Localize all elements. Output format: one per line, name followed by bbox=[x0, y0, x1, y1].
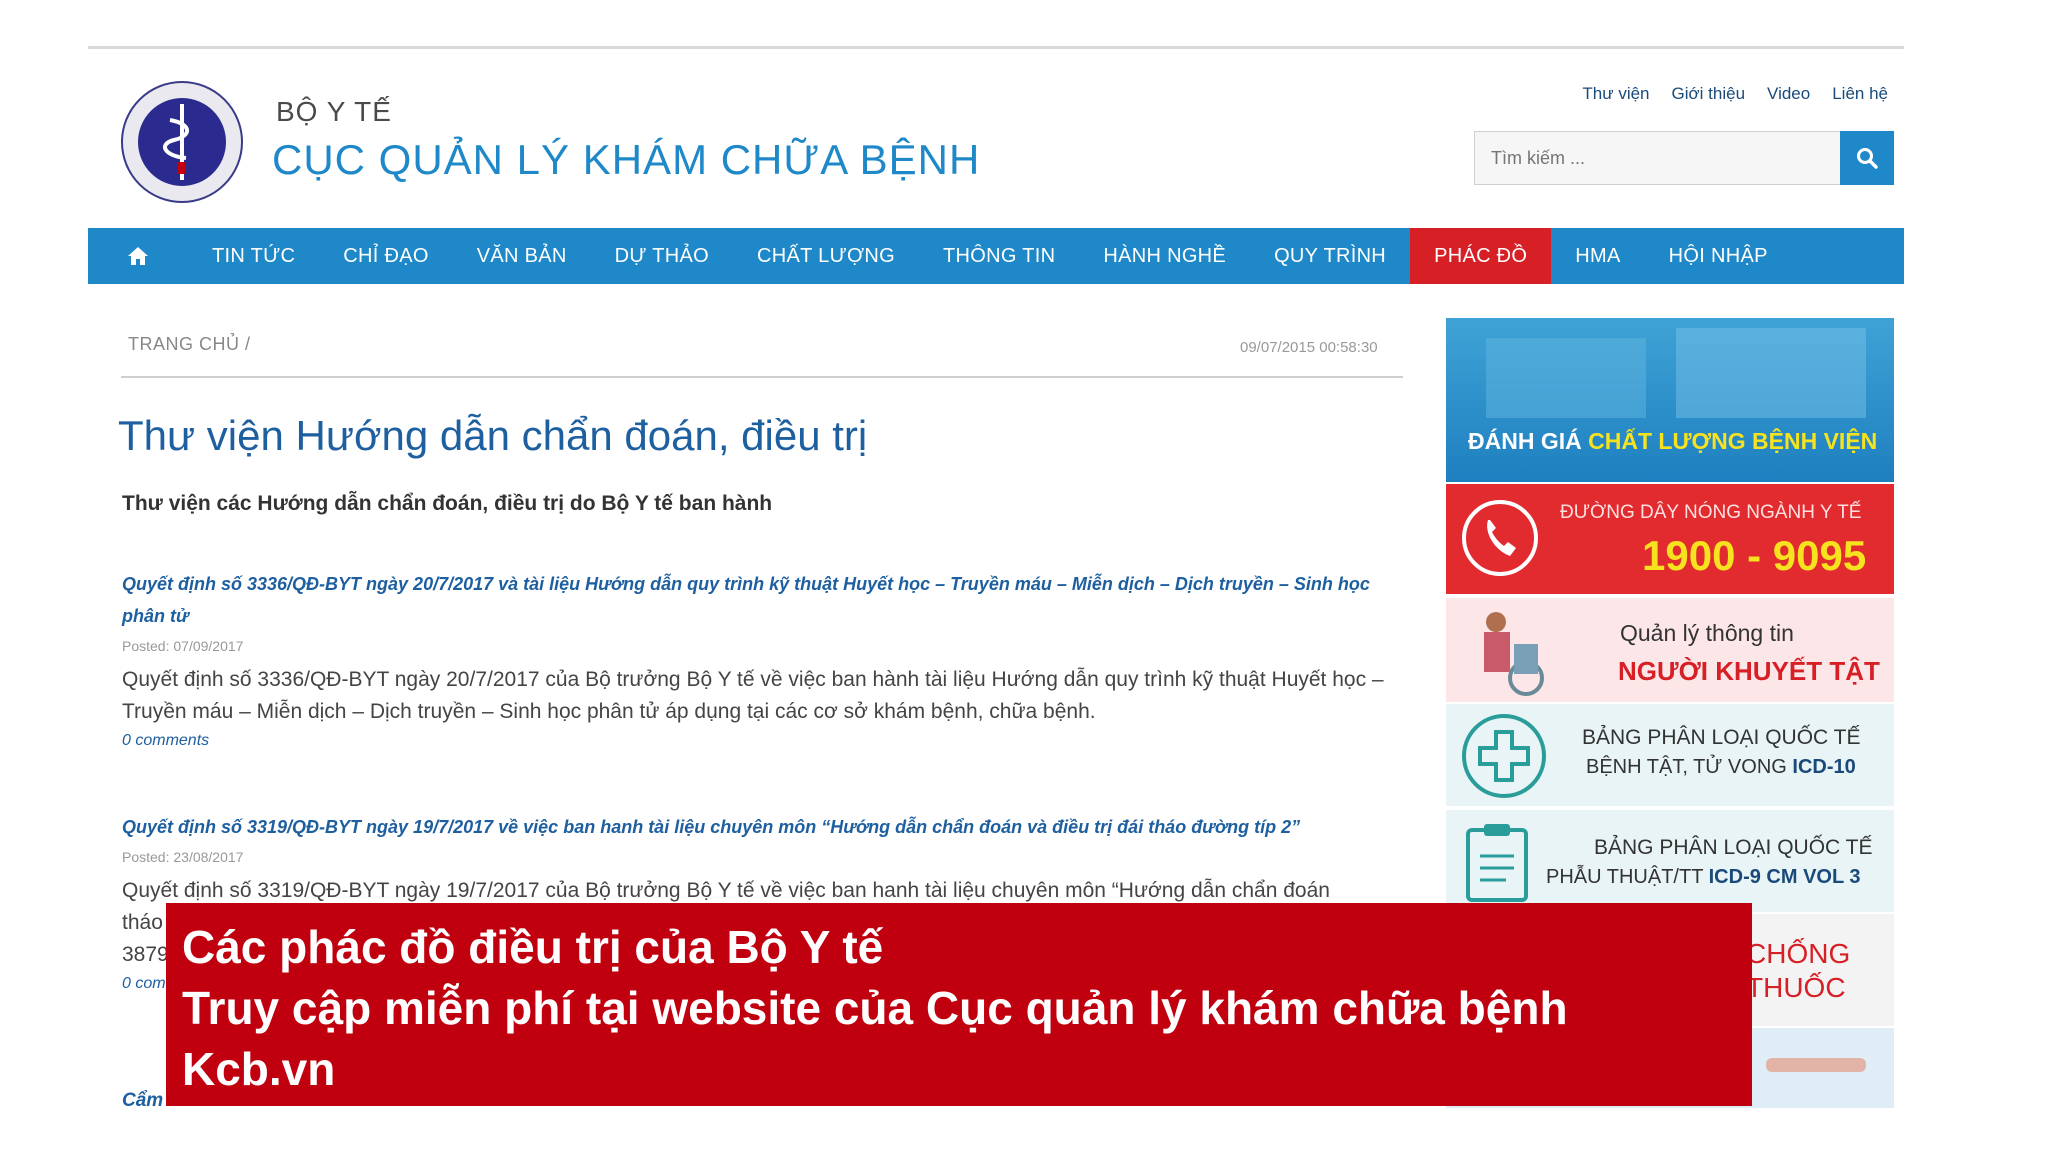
breadcrumb[interactable]: TRANG CHỦ / bbox=[128, 334, 251, 355]
ministry-logo-icon[interactable] bbox=[120, 80, 244, 204]
disability-line1: Quản lý thông tin bbox=[1620, 620, 1794, 646]
post-excerpt: Quyết định số 3336/QĐ-BYT ngày 20/7/2017… bbox=[122, 668, 1384, 723]
banner-icd10[interactable]: BẢNG PHÂN LOẠI QUỐC TẾ BỆNH TẬT, TỬ VONG… bbox=[1446, 704, 1894, 806]
clipboard-icon bbox=[1466, 824, 1528, 902]
page-timestamp: 09/07/2015 00:58:30 bbox=[1240, 339, 1378, 356]
phone-icon bbox=[1462, 500, 1538, 576]
top-divider bbox=[88, 46, 1904, 49]
nav-item-protocols[interactable]: PHÁC ĐỒ bbox=[1410, 228, 1552, 284]
nav-item-quality[interactable]: CHẤT LƯỢNG bbox=[733, 228, 919, 284]
banner-hotline[interactable]: ĐƯỜNG DÂY NÓNG NGÀNH Y TẾ 1900 - 9095 bbox=[1446, 484, 1894, 594]
top-link-about[interactable]: Giới thiệu bbox=[1672, 84, 1746, 104]
search-icon bbox=[1857, 148, 1878, 169]
caption-overlay: Các phác đồ điều trị của Bộ Y tế Truy cậ… bbox=[166, 903, 1752, 1106]
syringe-photo-icon bbox=[1766, 1058, 1866, 1072]
nav-item-integration[interactable]: HỘI NHẬP bbox=[1645, 228, 1792, 284]
nav-item-hma[interactable]: HMA bbox=[1551, 228, 1644, 284]
nav-item-news[interactable]: TIN TỨC bbox=[188, 228, 319, 284]
icd9-line1: BẢNG PHÂN LOẠI QUỐC TẾ bbox=[1594, 836, 1873, 859]
caption-line3: Kcb.vn bbox=[182, 1043, 336, 1095]
home-icon bbox=[128, 247, 148, 265]
icd9-line2: PHẪU THUẬT/TT ICD-9 CM VOL 3 bbox=[1546, 866, 1861, 888]
banner-hospital-quality[interactable]: ĐÁNH GIÁ CHẤT LƯỢNG BỆNH VIỆN bbox=[1446, 318, 1894, 482]
post-comments-link[interactable]: 0 comments bbox=[122, 732, 1402, 750]
top-link-contact[interactable]: Liên hệ bbox=[1832, 84, 1888, 104]
drug-line1: CHỐNG bbox=[1746, 938, 1851, 969]
post-date: Posted: 23/08/2017 bbox=[122, 849, 244, 865]
caption-line2: Truy cập miễn phí tại website của Cục qu… bbox=[182, 982, 1568, 1034]
medical-cross-icon bbox=[1462, 714, 1546, 798]
banner-disability-info[interactable]: Quản lý thông tin NGƯỜI KHUYẾT TẬT bbox=[1446, 598, 1894, 702]
breadcrumb-divider bbox=[121, 376, 1403, 378]
nav-item-information[interactable]: THÔNG TIN bbox=[919, 228, 1079, 284]
nav-item-practice[interactable]: HÀNH NGHỀ bbox=[1079, 228, 1250, 284]
banner-quality-title: ĐÁNH GIÁ CHẤT LƯỢNG BỆNH VIỆN bbox=[1468, 428, 1878, 454]
search-bar bbox=[1474, 131, 1894, 185]
nav-home[interactable] bbox=[88, 228, 188, 284]
icd10-line1: BẢNG PHÂN LOẠI QUỐC TẾ bbox=[1582, 726, 1861, 749]
search-input[interactable] bbox=[1474, 131, 1840, 185]
drug-line2: THUỐC bbox=[1746, 972, 1846, 1003]
hospital-photo-icon bbox=[1486, 328, 1866, 418]
top-link-video[interactable]: Video bbox=[1767, 84, 1810, 104]
banner-icd9[interactable]: BẢNG PHÂN LOẠI QUỐC TẾ PHẪU THUẬT/TT ICD… bbox=[1446, 810, 1894, 912]
page-subtitle: Thư viện các Hướng dẫn chẩn đoán, điều t… bbox=[122, 492, 773, 515]
nav-item-drafts[interactable]: DỰ THẢO bbox=[591, 228, 733, 284]
caption-line1: Các phác đồ điều trị của Bộ Y tế bbox=[182, 921, 884, 973]
page-title: Thư viện Hướng dẫn chẩn đoán, điều trị bbox=[118, 412, 868, 459]
org-name[interactable]: CỤC QUẢN LÝ KHÁM CHỮA BỆNH bbox=[272, 136, 980, 184]
post-title-link[interactable]: Quyết định số 3319/QĐ-BYT ngày 19/7/2017… bbox=[122, 811, 1402, 843]
nav-item-documents[interactable]: VĂN BẢN bbox=[453, 228, 591, 284]
post-title-link[interactable]: Quyết định số 3336/QĐ-BYT ngày 20/7/2017… bbox=[122, 568, 1402, 632]
main-nav: TIN TỨC CHỈ ĐẠO VĂN BẢN DỰ THẢO CHẤT LƯỢ… bbox=[88, 228, 1904, 284]
org-parent-name: BỘ Y TẾ bbox=[276, 96, 392, 127]
hotline-number: 1900 - 9095 bbox=[1642, 532, 1867, 579]
caregiver-illustration-icon bbox=[1484, 612, 1544, 696]
nav-item-procedures[interactable]: QUY TRÌNH bbox=[1250, 228, 1410, 284]
top-link-library[interactable]: Thư viện bbox=[1582, 84, 1649, 104]
nav-item-directives[interactable]: CHỈ ĐẠO bbox=[319, 228, 452, 284]
search-button[interactable] bbox=[1840, 131, 1894, 185]
top-links: Thư viện Giới thiệu Video Liên hệ bbox=[1582, 84, 1888, 104]
hotline-label: ĐƯỜNG DÂY NÓNG NGÀNH Y TẾ bbox=[1560, 502, 1862, 523]
disability-line2: NGƯỜI KHUYẾT TẬT bbox=[1618, 656, 1880, 686]
post-date: Posted: 07/09/2017 bbox=[122, 638, 244, 654]
list-item: Quyết định số 3336/QĐ-BYT ngày 20/7/2017… bbox=[122, 568, 1402, 750]
next-post-title-link[interactable]: Cẩm bbox=[122, 1090, 163, 1112]
icd10-line2: BỆNH TẬT, TỬ VONG ICD-10 bbox=[1586, 756, 1856, 778]
